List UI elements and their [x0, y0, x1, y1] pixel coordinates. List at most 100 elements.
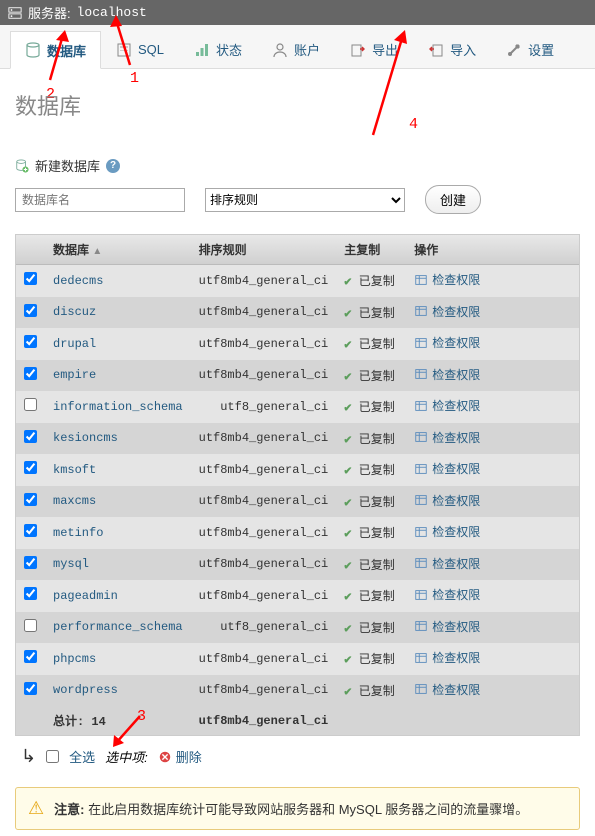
tab-import[interactable]: 导入 [413, 31, 491, 68]
row-checkbox[interactable] [24, 335, 37, 348]
database-link[interactable]: pageadmin [53, 589, 118, 603]
content-area: 数据库 新建数据库 ? 排序规则 创建 数据库 ▲ 排序规则 [0, 69, 595, 836]
privileges-icon [414, 399, 428, 413]
row-checkbox[interactable] [24, 524, 37, 537]
database-link[interactable]: performance_schema [53, 620, 183, 634]
database-link[interactable]: kmsoft [53, 463, 96, 477]
check-privileges-link[interactable]: 检查权限 [414, 460, 480, 477]
warning-box: ⚠ 注意: 在此启用数据库统计可能导致网站服务器和 MySQL 服务器之间的流量… [15, 787, 580, 830]
row-checkbox[interactable] [24, 682, 37, 695]
page-title: 数据库 [15, 89, 580, 121]
row-checkbox[interactable] [24, 367, 37, 380]
tab-sql[interactable]: SQL [101, 31, 179, 68]
check-icon: ✔ [344, 370, 351, 384]
row-checkbox[interactable] [24, 493, 37, 506]
accounts-icon [272, 42, 288, 58]
database-link[interactable]: maxcms [53, 494, 96, 508]
delete-button[interactable]: 删除 [158, 747, 202, 766]
table-row: pageadminutf8mb4_general_ci✔ 已复制检查权限 [16, 580, 579, 612]
row-collation: utf8mb4_general_ci [191, 454, 337, 486]
row-checkbox[interactable] [24, 272, 37, 285]
tab-label: 状态 [216, 40, 242, 59]
check-privileges-link[interactable]: 检查权限 [414, 492, 480, 509]
check-privileges-link[interactable]: 检查权限 [414, 681, 480, 698]
replicated-label: 已复制 [359, 653, 395, 667]
table-row: wordpressutf8mb4_general_ci✔ 已复制检查权限 [16, 675, 579, 707]
database-link[interactable]: metinfo [53, 526, 103, 540]
row-checkbox[interactable] [24, 304, 37, 317]
tab-settings[interactable]: 设置 [491, 31, 569, 68]
database-link[interactable]: information_schema [53, 400, 183, 414]
tab-label: 设置 [528, 40, 554, 59]
row-checkbox[interactable] [24, 650, 37, 663]
row-checkbox[interactable] [24, 461, 37, 474]
database-link[interactable]: phpcms [53, 652, 96, 666]
check-privileges-link[interactable]: 检查权限 [414, 366, 480, 383]
database-table: 数据库 ▲ 排序规则 主复制 操作 dedecmsutf8mb4_general… [16, 235, 579, 735]
privileges-icon [414, 273, 428, 287]
tab-label: 导入 [450, 40, 476, 59]
tab-database[interactable]: 数据库 [10, 31, 101, 69]
tab-label: SQL [138, 42, 164, 57]
table-row: maxcmsutf8mb4_general_ci✔ 已复制检查权限 [16, 486, 579, 518]
select-all-link[interactable]: 全选 [69, 747, 95, 766]
header-database[interactable]: 数据库 ▲ [45, 235, 191, 265]
table-row: drupalutf8mb4_general_ci✔ 已复制检查权限 [16, 328, 579, 360]
delete-icon [158, 750, 172, 764]
row-checkbox[interactable] [24, 430, 37, 443]
privileges-icon [414, 682, 428, 696]
check-privileges-link[interactable]: 检查权限 [414, 334, 480, 351]
row-checkbox[interactable] [24, 619, 37, 632]
collation-select[interactable]: 排序规则 [205, 188, 405, 212]
replicated-label: 已复制 [359, 370, 395, 384]
check-privileges-link[interactable]: 检查权限 [414, 397, 480, 414]
create-database-section: 新建数据库 ? 排序规则 创建 [15, 156, 580, 214]
row-collation: utf8mb4_general_ci [191, 297, 337, 329]
check-privileges-link[interactable]: 检查权限 [414, 271, 480, 288]
replicated-label: 已复制 [359, 275, 395, 289]
privileges-icon [414, 556, 428, 570]
tab-export[interactable]: 导出 [335, 31, 413, 68]
database-link[interactable]: drupal [53, 337, 96, 351]
table-row: discuzutf8mb4_general_ci✔ 已复制检查权限 [16, 297, 579, 329]
check-icon: ✔ [344, 433, 351, 447]
check-privileges-link[interactable]: 检查权限 [414, 303, 480, 320]
check-privileges-link[interactable]: 检查权限 [414, 555, 480, 572]
tab-status[interactable]: 状态 [179, 31, 257, 68]
row-checkbox[interactable] [24, 587, 37, 600]
table-row: mysqlutf8mb4_general_ci✔ 已复制检查权限 [16, 549, 579, 581]
check-icon: ✔ [344, 527, 351, 541]
database-link[interactable]: mysql [53, 557, 89, 571]
check-icon: ✔ [344, 496, 351, 510]
check-privileges-link[interactable]: 检查权限 [414, 618, 480, 635]
database-link[interactable]: empire [53, 368, 96, 382]
row-checkbox[interactable] [24, 556, 37, 569]
privileges-icon [414, 367, 428, 381]
database-name-input[interactable] [15, 188, 185, 212]
row-collation: utf8mb4_general_ci [191, 675, 337, 707]
table-row: phpcmsutf8mb4_general_ci✔ 已复制检查权限 [16, 643, 579, 675]
select-all-checkbox[interactable] [46, 750, 59, 763]
create-button[interactable]: 创建 [425, 185, 481, 214]
privileges-icon [414, 336, 428, 350]
check-privileges-link[interactable]: 检查权限 [414, 586, 480, 603]
server-name: localhost [77, 5, 147, 20]
bulk-arrow-icon: ↳ [21, 746, 36, 767]
privileges-icon [414, 304, 428, 318]
check-privileges-link[interactable]: 检查权限 [414, 523, 480, 540]
tab-accounts[interactable]: 账户 [257, 31, 335, 68]
check-privileges-link[interactable]: 检查权限 [414, 649, 480, 666]
database-link[interactable]: kesioncms [53, 431, 118, 445]
header-collation[interactable]: 排序规则 [191, 235, 337, 265]
database-link[interactable]: wordpress [53, 683, 118, 697]
row-checkbox[interactable] [24, 398, 37, 411]
help-icon[interactable]: ? [106, 159, 120, 173]
header-replication[interactable]: 主复制 [336, 235, 406, 265]
replicated-label: 已复制 [359, 338, 395, 352]
database-link[interactable]: dedecms [53, 274, 103, 288]
settings-icon [506, 42, 522, 58]
header-checkbox [16, 235, 45, 265]
replicated-label: 已复制 [359, 464, 395, 478]
check-privileges-link[interactable]: 检查权限 [414, 429, 480, 446]
database-link[interactable]: discuz [53, 305, 96, 319]
